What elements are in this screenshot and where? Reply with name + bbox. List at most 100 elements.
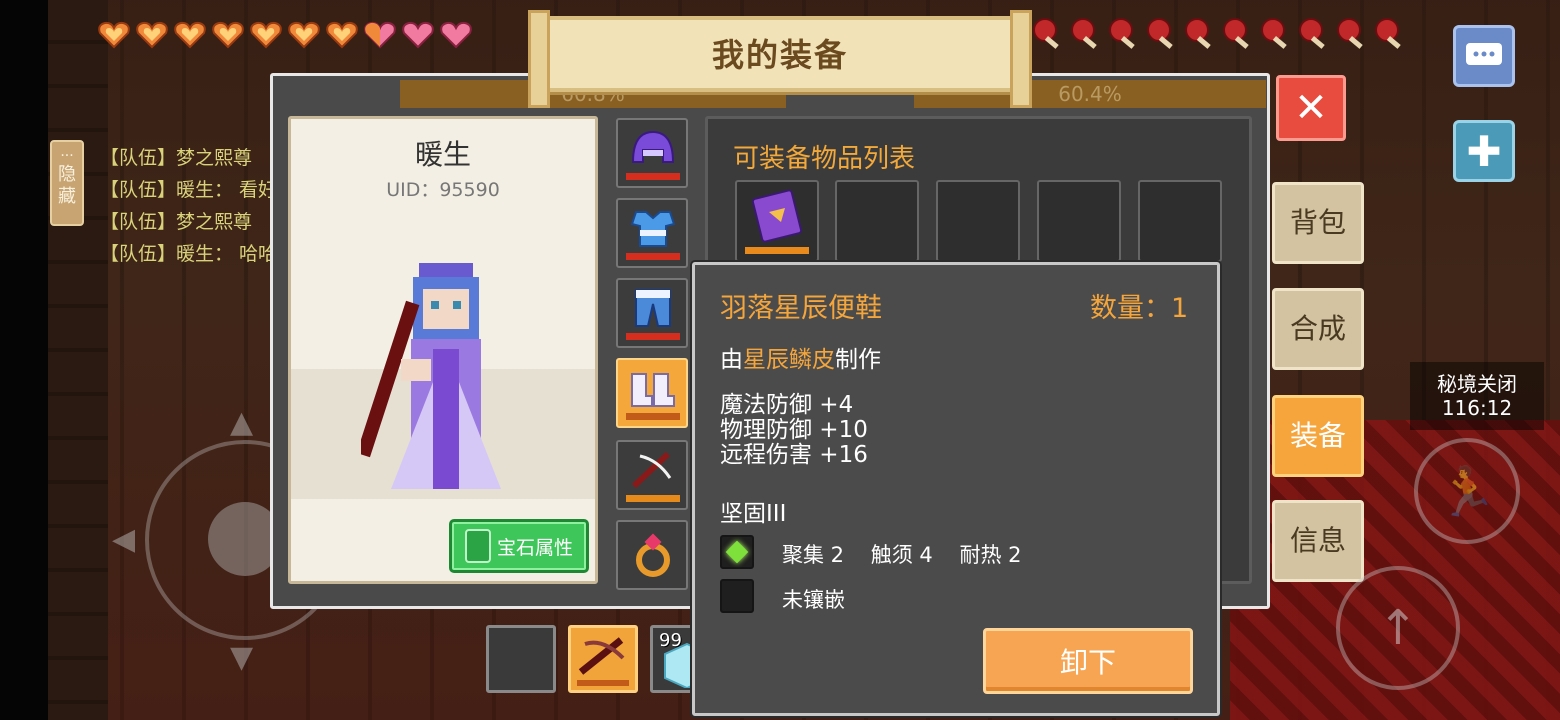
sprint-button[interactable]: 🏃: [1414, 438, 1520, 544]
chat-icon: [1466, 43, 1502, 65]
character-name: 暖生: [414, 138, 471, 171]
spellbook-icon: [751, 189, 803, 243]
tab-label: 信息: [1289, 524, 1346, 557]
flame-heart-icon: [248, 18, 283, 50]
meat-icon: [1375, 18, 1401, 49]
crossbow-icon: [578, 637, 625, 675]
meat-icon: [1147, 18, 1173, 49]
timer-label: 秘境关闭: [1437, 372, 1517, 396]
flame-heart-icon: [172, 18, 207, 50]
equip-slot-boots[interactable]: [616, 358, 688, 428]
equip-slot-weapon[interactable]: [616, 440, 688, 510]
green-gem-icon: [725, 540, 749, 564]
dungeon-timer: 秘境关闭 116:12: [1410, 362, 1544, 430]
character-avatar: [361, 263, 501, 489]
stat-ranged-damage: 远程伤害 +16: [720, 442, 868, 468]
crafted-suffix: 制作: [835, 347, 881, 373]
hotbar-slot[interactable]: [486, 625, 556, 693]
flame-heart-icon: [96, 18, 131, 50]
equip-slot-leggings[interactable]: [616, 278, 688, 348]
tab-backpack[interactable]: 背包: [1272, 182, 1364, 264]
joystick-down-arrow-icon: ▼: [230, 640, 254, 675]
leggings-icon: [635, 289, 671, 327]
crafted-from-line: 由星辰鳞皮制作: [720, 340, 881, 374]
meat-icon: [1261, 18, 1287, 49]
meat-icon: [1223, 18, 1249, 49]
crafted-material: 星辰鳞皮: [743, 347, 835, 373]
unequip-button[interactable]: 卸下: [983, 628, 1193, 694]
panel-title: 我的装备: [711, 36, 848, 74]
item-name: 羽落星辰便鞋: [720, 293, 882, 324]
hotbar-slot-selected[interactable]: [568, 625, 638, 693]
flame-heart-icon: [324, 18, 359, 50]
joystick-up-arrow-icon: ▲: [230, 405, 254, 440]
ring-icon: [636, 533, 670, 577]
equipable-list-title: 可装备物品列表: [733, 144, 916, 174]
chat-bubble-icon: ···: [60, 148, 74, 164]
close-icon: ✕: [1294, 85, 1328, 131]
health-bar: [96, 18, 473, 50]
chat-button[interactable]: [1453, 25, 1515, 87]
character-uid: UID：95590: [386, 179, 500, 201]
jump-button[interactable]: ↑: [1336, 566, 1460, 690]
equip-slot-ring[interactable]: [616, 520, 688, 590]
boots-icon: [631, 373, 675, 407]
timer-value: 116:12: [1441, 396, 1513, 420]
socket-empty-label: 未镶嵌: [782, 588, 845, 612]
helmet-icon: [631, 130, 675, 163]
hide-chat-label: 隐藏: [58, 164, 76, 207]
list-item-slot[interactable]: [1037, 180, 1121, 262]
gem-attributes-button[interactable]: 宝石属性: [449, 519, 589, 573]
heart-icon: [400, 18, 435, 50]
list-item-slot[interactable]: [835, 180, 919, 262]
stat-magic-defense: 魔法防御 +4: [720, 392, 854, 418]
list-item-slot[interactable]: [735, 180, 819, 262]
gem-icon: [464, 529, 491, 563]
equip-slot-chestplate[interactable]: [616, 198, 688, 268]
running-icon: 🏃: [1437, 463, 1497, 520]
unequip-label: 卸下: [1059, 646, 1116, 679]
heart-icon: [438, 18, 473, 50]
flame-heart-icon: [286, 18, 321, 50]
chat-line: 【队伍】梦之熙尊: [100, 147, 253, 169]
stat-physical-defense: 物理防御 +10: [720, 417, 868, 443]
gem-socket-filled: [720, 535, 754, 569]
tab-info[interactable]: 信息: [1272, 500, 1364, 582]
gem-socket-empty: [720, 579, 754, 613]
crossbow-icon: [631, 451, 672, 489]
chestplate-icon: [630, 211, 676, 247]
chat-line: 【队伍】梦之熙尊: [100, 211, 253, 233]
wall-pillar: [48, 0, 108, 720]
item-durability: 坚固III: [720, 501, 787, 527]
equip-slot-helmet[interactable]: [616, 118, 688, 188]
durability-bar: [626, 253, 680, 260]
durability-bar: [626, 333, 680, 340]
tab-label: 装备: [1289, 419, 1346, 452]
tab-label: 背包: [1289, 206, 1346, 239]
list-item-slot[interactable]: [1138, 180, 1222, 262]
half-flame-heart-icon: [362, 18, 397, 50]
character-card: 暖生 UID：95590 宝石属性: [288, 116, 598, 584]
durability-bar: [626, 173, 680, 180]
add-button[interactable]: ✚: [1453, 120, 1515, 182]
list-item-slot[interactable]: [936, 180, 1020, 262]
tab-label: 合成: [1289, 312, 1346, 345]
tab-equipment[interactable]: 装备: [1272, 395, 1364, 477]
hunger-bar: [1030, 16, 1406, 50]
gem-attributes-label: 宝石属性: [496, 536, 573, 559]
hide-chat-button[interactable]: ··· 隐藏: [50, 140, 84, 226]
meat-icon: [1185, 18, 1211, 49]
meat-icon: [1071, 18, 1097, 49]
panel-title-scroll: 我的装备: [528, 10, 1032, 108]
durability-bar: [745, 247, 809, 254]
item-quantity: 数量：1: [1090, 293, 1189, 324]
up-arrow-icon: ↑: [1377, 600, 1419, 656]
plus-icon: ✚: [1466, 126, 1502, 176]
flame-heart-icon: [210, 18, 245, 50]
durability-bar: [626, 495, 680, 502]
tab-crafting[interactable]: 合成: [1272, 288, 1364, 370]
meat-icon: [1299, 18, 1325, 49]
progress-right-label: 60.4%: [1058, 82, 1122, 106]
close-button[interactable]: ✕: [1276, 75, 1346, 141]
durability-bar: [626, 413, 680, 420]
